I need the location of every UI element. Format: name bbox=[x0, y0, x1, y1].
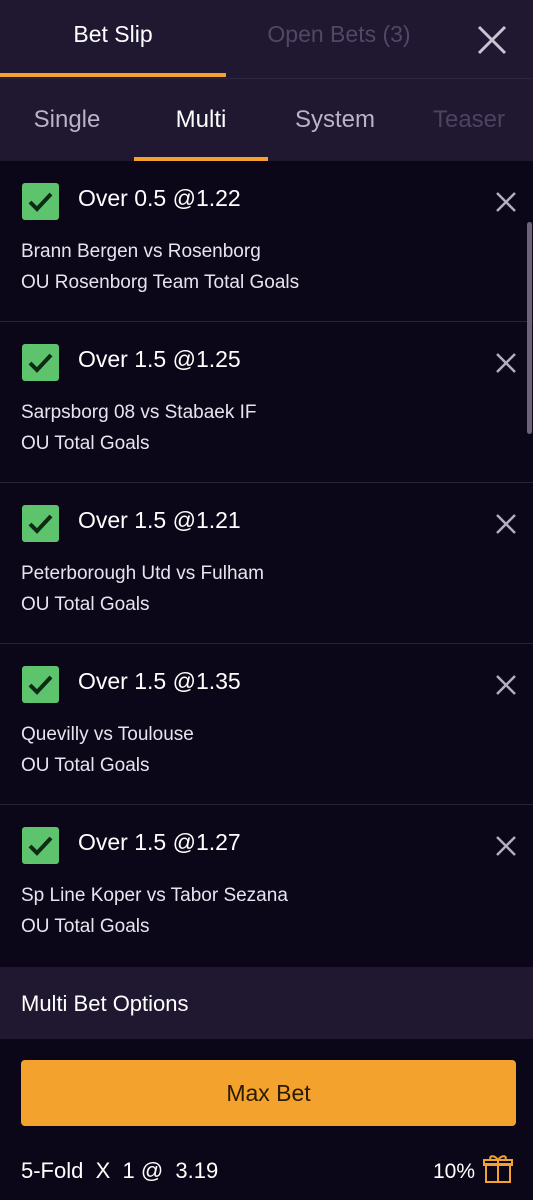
remove-selection-icon[interactable] bbox=[494, 834, 518, 858]
tab-teaser[interactable]: Teaser bbox=[402, 79, 533, 161]
selection-match: Brann Bergen vs Rosenborg bbox=[21, 241, 261, 262]
active-tab-indicator bbox=[0, 73, 226, 77]
checkbox-checked-icon[interactable] bbox=[22, 183, 59, 220]
selection-title: Over 1.5 @1.21 bbox=[78, 507, 241, 533]
selection-item: Over 1.5 @1.21 Peterborough Utd vs Fulha… bbox=[0, 483, 533, 644]
selection-market: OU Total Goals bbox=[21, 916, 150, 937]
selection-market: OU Rosenborg Team Total Goals bbox=[21, 272, 300, 293]
tab-open-bets[interactable]: Open Bets (3) bbox=[226, 0, 452, 79]
bet-slip-header: Bet Slip Open Bets (3) bbox=[0, 0, 533, 79]
close-icon[interactable] bbox=[470, 18, 514, 62]
selection-match: Sp Line Koper vs Tabor Sezana bbox=[21, 885, 288, 906]
bet-type-tabs: Single Multi System Teaser bbox=[0, 79, 533, 161]
remove-selection-icon[interactable] bbox=[494, 351, 518, 375]
selection-title: Over 1.5 @1.35 bbox=[78, 668, 241, 694]
selection-market: OU Total Goals bbox=[21, 755, 150, 776]
multi-bet-options-header: Multi Bet Options bbox=[0, 967, 533, 1039]
selection-match: Sarpsborg 08 vs Stabaek IF bbox=[21, 402, 257, 423]
selection-title: Over 1.5 @1.27 bbox=[78, 829, 241, 855]
selection-item: Over 1.5 @1.25 Sarpsborg 08 vs Stabaek I… bbox=[0, 322, 533, 483]
selection-title: Over 1.5 @1.25 bbox=[78, 346, 241, 372]
selection-item: Over 0.5 @1.22 Brann Bergen vs Rosenborg… bbox=[0, 161, 533, 322]
selection-market: OU Total Goals bbox=[21, 594, 150, 615]
tab-bet-slip[interactable]: Bet Slip bbox=[0, 0, 226, 79]
bonus-percentage: 10% bbox=[433, 1160, 476, 1183]
selection-item: Over 1.5 @1.27 Sp Line Koper vs Tabor Se… bbox=[0, 805, 533, 966]
multi-bet-options-title: Multi Bet Options bbox=[21, 991, 189, 1016]
tab-single[interactable]: Single bbox=[0, 79, 134, 161]
gift-icon[interactable] bbox=[482, 1152, 514, 1184]
selection-list: Over 0.5 @1.22 Brann Bergen vs Rosenborg… bbox=[0, 161, 533, 966]
selection-match: Peterborough Utd vs Fulham bbox=[21, 563, 264, 584]
remove-selection-icon[interactable] bbox=[494, 673, 518, 697]
selection-item: Over 1.5 @1.35 Quevilly vs Toulouse OU T… bbox=[0, 644, 533, 805]
remove-selection-icon[interactable] bbox=[494, 190, 518, 214]
selection-market: OU Total Goals bbox=[21, 433, 150, 454]
checkbox-checked-icon[interactable] bbox=[22, 827, 59, 864]
tab-system[interactable]: System bbox=[268, 79, 402, 161]
selection-match: Quevilly vs Toulouse bbox=[21, 724, 194, 745]
checkbox-checked-icon[interactable] bbox=[22, 344, 59, 381]
fold-summary: 5-Fold X 1 @ 3.19 bbox=[21, 1158, 219, 1183]
max-bet-button[interactable]: Max Bet bbox=[21, 1060, 516, 1126]
tab-multi[interactable]: Multi bbox=[134, 79, 268, 161]
checkbox-checked-icon[interactable] bbox=[22, 666, 59, 703]
selection-title: Over 0.5 @1.22 bbox=[78, 185, 241, 211]
remove-selection-icon[interactable] bbox=[494, 512, 518, 536]
checkbox-checked-icon[interactable] bbox=[22, 505, 59, 542]
scrollbar[interactable] bbox=[527, 222, 532, 434]
